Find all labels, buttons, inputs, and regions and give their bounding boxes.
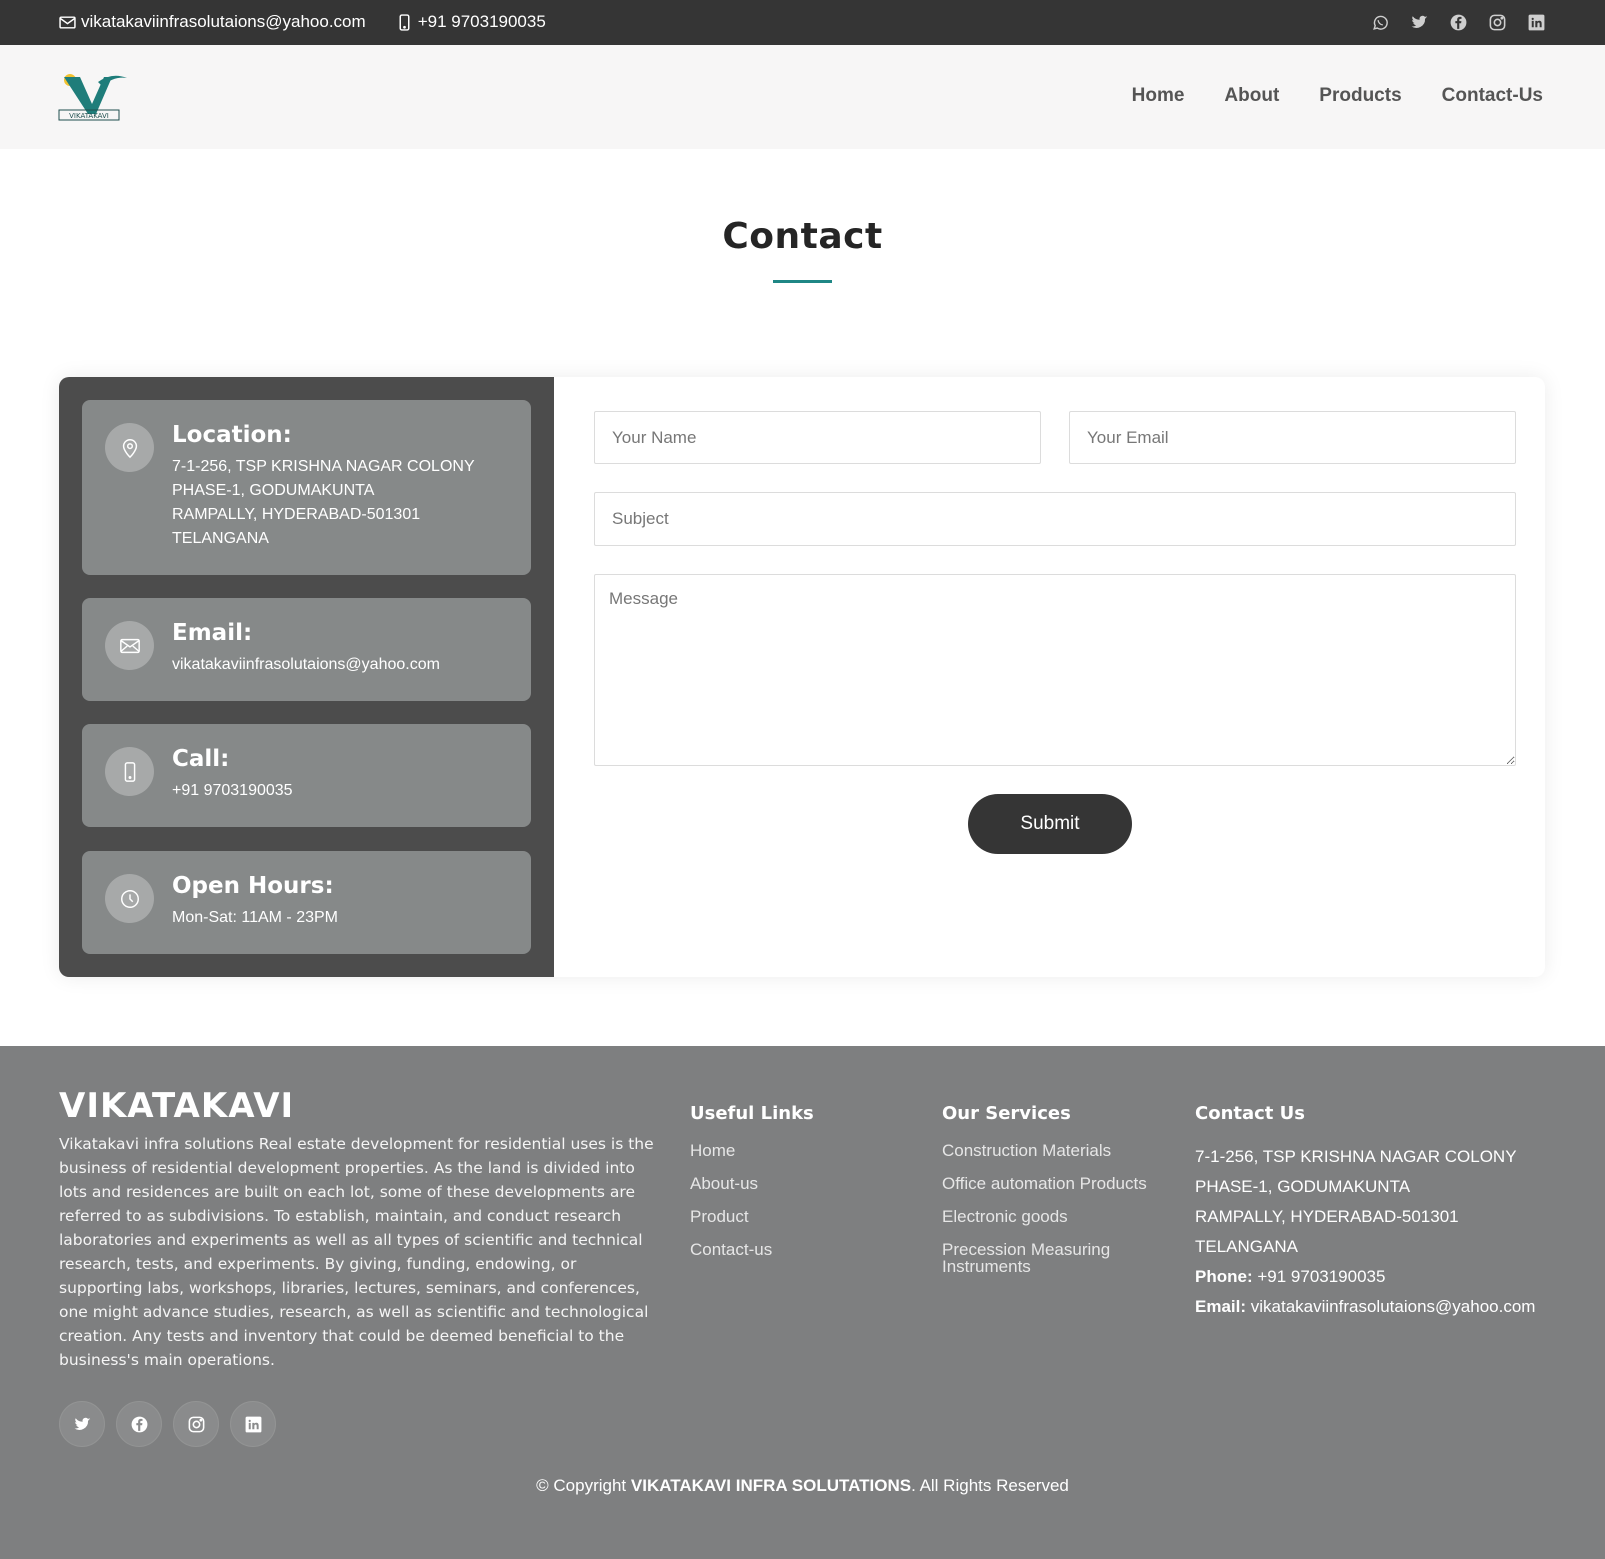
title-underline — [773, 280, 832, 283]
site-header: VIKATAKAVI Home About Products Contact-U… — [0, 45, 1605, 149]
call-box: Call: +91 9703190035 — [82, 724, 531, 827]
footer-phone-value[interactable]: +91 9703190035 — [1257, 1267, 1385, 1286]
useful-links: Useful Links Home About-us Product Conta… — [690, 1103, 910, 1274]
clock-icon — [105, 874, 154, 923]
phone-icon — [105, 747, 154, 796]
submit-button[interactable]: Submit — [968, 794, 1132, 854]
address-line: 7-1-256, TSP KRISHNA NAGAR COLONY — [1195, 1147, 1517, 1166]
email-input[interactable] — [1069, 411, 1516, 464]
map-pin-icon — [105, 423, 154, 472]
whatsapp-icon[interactable] — [1369, 11, 1391, 33]
nav-contact-us[interactable]: Contact-Us — [1442, 85, 1543, 107]
email-text[interactable]: vikatakaviinfrasolutaions@yahoo.com — [172, 653, 440, 677]
copyright: © Copyright VIKATAKAVI INFRA SOLUTATIONS… — [0, 1476, 1605, 1496]
footer-phone: Phone: +91 9703190035 — [1195, 1262, 1555, 1292]
phone-icon — [399, 13, 410, 31]
top-phone-text: +91 9703190035 — [417, 12, 546, 31]
logo-text: VIKATAKAVI — [69, 112, 109, 120]
our-services: Our Services Construction Materials Offi… — [942, 1103, 1162, 1291]
footer-email: Email: vikatakaviinfrasolutaions@yahoo.c… — [1195, 1292, 1555, 1322]
twitter-icon[interactable] — [59, 1401, 105, 1447]
location-box: Location: 7-1-256, TSP KRISHNA NAGAR COL… — [82, 400, 531, 575]
top-socials — [1352, 11, 1547, 33]
service-electronic-goods[interactable]: Electronic goods — [942, 1208, 1162, 1225]
copyright-company: VIKATAKAVI INFRA SOLUTATIONS — [630, 1476, 912, 1495]
envelope-icon — [59, 15, 76, 29]
email-label: Email: — [1195, 1297, 1247, 1316]
twitter-icon[interactable] — [1408, 11, 1430, 33]
copyright-suffix: . All Rights Reserved — [911, 1476, 1069, 1495]
top-contact: vikatakaviinfrasolutaions@yahoo.com +91 … — [59, 12, 576, 32]
top-phone[interactable]: +91 9703190035 — [396, 12, 546, 32]
service-construction[interactable]: Construction Materials — [942, 1142, 1162, 1159]
call-text[interactable]: +91 9703190035 — [172, 779, 293, 803]
message-textarea[interactable] — [594, 574, 1516, 766]
service-office-automation[interactable]: Office automation Products — [942, 1175, 1162, 1192]
footer-link-product[interactable]: Product — [690, 1208, 910, 1225]
location-text: 7-1-256, TSP KRISHNA NAGAR COLONY PHASE-… — [172, 458, 475, 547]
footer-contact: Contact Us 7-1-256, TSP KRISHNA NAGAR CO… — [1195, 1103, 1555, 1322]
footer-socials — [59, 1401, 287, 1447]
email-box: Email: vikatakaviinfrasolutaions@yahoo.c… — [82, 598, 531, 701]
top-bar: vikatakaviinfrasolutaions@yahoo.com +91 … — [0, 0, 1605, 45]
linkedin-icon[interactable] — [1525, 11, 1547, 33]
footer-link-home[interactable]: Home — [690, 1142, 910, 1159]
site-footer: VIKATAKAVI Vikatakavi infra solutions Re… — [0, 1046, 1605, 1559]
address-line: RAMPALLY, HYDERABAD-501301 — [1195, 1207, 1459, 1226]
footer-about: Vikatakavi infra solutions Real estate d… — [59, 1135, 654, 1369]
service-measuring-instruments[interactable]: Precession Measuring Instruments — [942, 1241, 1162, 1275]
footer-link-about[interactable]: About-us — [690, 1175, 910, 1192]
linkedin-icon[interactable] — [230, 1401, 276, 1447]
contact-form: Submit — [589, 377, 1545, 977]
address-line: TELANGANA — [1195, 1237, 1298, 1256]
info-panel: Location: 7-1-256, TSP KRISHNA NAGAR COL… — [59, 377, 554, 977]
email-title: Email: — [172, 620, 253, 646]
useful-links-title: Useful Links — [690, 1103, 814, 1124]
facebook-icon[interactable] — [1447, 11, 1469, 33]
hours-box: Open Hours: Mon-Sat: 11AM - 23PM — [82, 851, 531, 954]
nav-about[interactable]: About — [1224, 85, 1279, 107]
footer-link-contact[interactable]: Contact-us — [690, 1241, 910, 1258]
top-email-text: vikatakaviinfrasolutaions@yahoo.com — [81, 12, 366, 31]
footer-brand: VIKATAKAVI — [59, 1086, 295, 1126]
nav-home[interactable]: Home — [1132, 85, 1185, 107]
footer-email-value[interactable]: vikatakaviinfrasolutaions@yahoo.com — [1251, 1297, 1536, 1316]
facebook-icon[interactable] — [116, 1401, 162, 1447]
envelope-icon — [105, 621, 154, 670]
services-title: Our Services — [942, 1103, 1071, 1124]
site-logo[interactable]: VIKATAKAVI — [58, 70, 130, 122]
top-email[interactable]: vikatakaviinfrasolutaions@yahoo.com — [59, 12, 366, 32]
subject-input[interactable] — [594, 492, 1516, 546]
address-line: PHASE-1, GODUMAKUNTA — [1195, 1177, 1411, 1196]
location-title: Location: — [172, 422, 292, 448]
hours-text: Mon-Sat: 11AM - 23PM — [172, 909, 338, 926]
footer-contact-title: Contact Us — [1195, 1103, 1306, 1124]
instagram-icon[interactable] — [1486, 11, 1508, 33]
instagram-icon[interactable] — [173, 1401, 219, 1447]
page-title: Contact — [722, 216, 883, 257]
call-title: Call: — [172, 746, 230, 772]
phone-label: Phone: — [1195, 1267, 1253, 1286]
name-input[interactable] — [594, 411, 1041, 464]
contact-card: Location: 7-1-256, TSP KRISHNA NAGAR COL… — [59, 377, 1545, 977]
main-nav: Home About Products Contact-Us — [1092, 85, 1543, 107]
nav-products[interactable]: Products — [1319, 85, 1401, 107]
copyright-prefix: © Copyright — [536, 1476, 627, 1495]
hours-title: Open Hours: — [172, 873, 334, 899]
